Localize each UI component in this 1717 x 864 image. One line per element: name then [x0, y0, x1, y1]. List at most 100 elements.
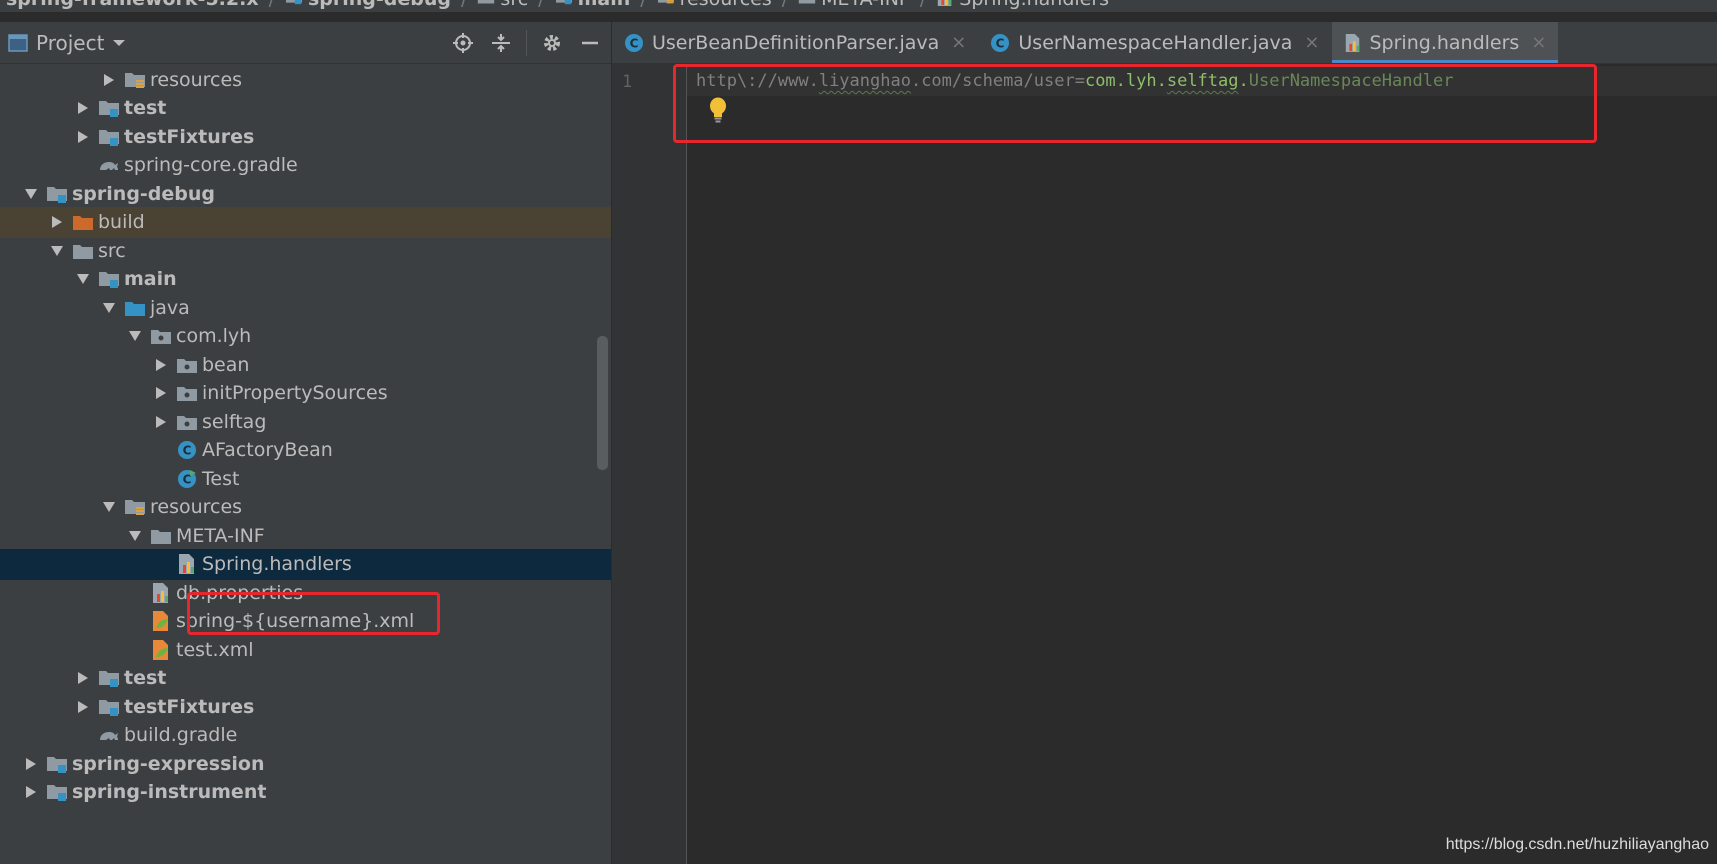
properties-file-icon [936, 0, 954, 12]
close-icon[interactable]: × [1531, 32, 1546, 53]
chevron-right-icon[interactable] [74, 99, 92, 117]
breadcrumb-separator: / [538, 0, 544, 10]
tree-node-label: spring-expression [72, 752, 265, 775]
chevron-right-icon[interactable] [48, 213, 66, 231]
tree-node-label: com.lyh [176, 325, 252, 347]
locate-icon[interactable] [450, 30, 476, 56]
breadcrumb-item[interactable]: spring-debug [285, 0, 451, 10]
breadcrumb-separator: / [920, 0, 926, 10]
chevron-down-icon[interactable] [126, 327, 144, 345]
tree-node[interactable]: resources [0, 492, 611, 523]
tree-node[interactable]: C AFactoryBean [0, 435, 611, 466]
tree-node[interactable]: spring-debug [0, 178, 611, 209]
tree-node[interactable]: java [0, 292, 611, 323]
tree-node[interactable]: test [0, 663, 611, 694]
breadcrumb-item[interactable]: main [555, 0, 630, 10]
close-icon[interactable]: × [951, 32, 966, 53]
tree-node[interactable]: src [0, 235, 611, 266]
chevron-right-icon[interactable] [152, 356, 170, 374]
tree-scrollbar[interactable] [597, 336, 608, 470]
tree-node[interactable]: initPropertySources [0, 378, 611, 409]
breadcrumb-item[interactable]: META-INF [798, 0, 910, 10]
chevron-right-icon[interactable] [74, 669, 92, 687]
project-view-selector[interactable]: Project [8, 31, 126, 55]
editor-tab-label: Spring.handlers [1369, 31, 1520, 54]
tree-node[interactable]: C Test [0, 463, 611, 494]
breadcrumb-separator: / [461, 0, 467, 10]
tree-node[interactable]: spring-instrument [0, 777, 611, 808]
tree-node[interactable]: bean [0, 349, 611, 380]
chevron-down-icon[interactable] [100, 299, 118, 317]
tree-node-label: spring-core.gradle [124, 154, 298, 176]
tree-node[interactable]: test.xml [0, 634, 611, 665]
chevron-down-icon[interactable] [74, 270, 92, 288]
tree-node[interactable]: Spring.handlers [0, 548, 611, 580]
svg-text:C: C [183, 444, 192, 458]
svg-text:C: C [996, 36, 1005, 50]
file-highlight-box [187, 592, 440, 635]
java-class-icon: C [990, 33, 1010, 53]
tree-node[interactable]: META-INF [0, 520, 611, 551]
chevron-down-icon[interactable] [100, 498, 118, 516]
chevron-right-icon[interactable] [74, 698, 92, 716]
module-folder-icon [98, 127, 120, 147]
tree-node-label: spring-instrument [72, 781, 267, 803]
breadcrumb-item[interactable]: spring-framework-5.2.x [6, 0, 259, 10]
breadcrumb-separator: / [269, 0, 275, 10]
editor-tab[interactable]: Spring.handlers × [1331, 22, 1559, 63]
collapse-all-icon[interactable] [488, 30, 514, 56]
tree-node[interactable]: test [0, 93, 611, 124]
tree-node[interactable]: build.gradle [0, 720, 611, 751]
tree-node[interactable]: spring-expression [0, 748, 611, 779]
breadcrumb-label: spring-debug [308, 0, 451, 10]
tree-node-label: test [124, 97, 167, 119]
tree-node-label: test.xml [176, 638, 254, 661]
chevron-right-icon[interactable] [100, 71, 118, 89]
editor-tab-label: UserBeanDefinitionParser.java [652, 31, 940, 54]
chevron-right-icon[interactable] [74, 128, 92, 146]
editor[interactable]: 1 http\://www.liyanghao.com/schema/user=… [612, 64, 1717, 864]
tree-node[interactable]: build [0, 206, 611, 238]
tree-node-label: java [150, 296, 190, 319]
resources-folder-icon [124, 497, 146, 517]
tree-node[interactable]: spring-core.gradle [0, 150, 611, 181]
folder-icon [150, 526, 172, 546]
chevron-down-icon[interactable] [48, 242, 66, 260]
tree-node-label: Test [202, 467, 240, 490]
tree-node-label: spring-debug [72, 182, 216, 205]
chevron-down-icon[interactable] [126, 527, 144, 545]
tree-node[interactable]: testFixtures [0, 691, 611, 722]
breadcrumb-item[interactable]: src [477, 0, 528, 10]
tree-node[interactable]: main [0, 264, 611, 295]
module-folder-icon [98, 98, 120, 118]
module-folder-icon [555, 0, 573, 10]
chevron-right-icon[interactable] [152, 413, 170, 431]
tree-node[interactable]: com.lyh [0, 321, 611, 352]
editor-tab-bar: C UserBeanDefinitionParser.java × C UserName… [612, 22, 1717, 64]
breadcrumb-label: src [500, 0, 528, 10]
editor-gutter: 1 [612, 64, 687, 864]
tree-node[interactable]: selftag [0, 406, 611, 437]
close-icon[interactable]: × [1304, 32, 1319, 53]
gradle-icon [98, 155, 120, 175]
tree-node[interactable]: resources [0, 64, 611, 95]
module-folder-icon [98, 269, 120, 289]
java-class-icon: C [624, 33, 644, 53]
editor-tab[interactable]: C UserNamespaceHandler.java × [978, 22, 1331, 63]
chevron-right-icon[interactable] [22, 755, 40, 773]
tree-node[interactable]: testFixtures [0, 121, 611, 152]
project-panel: Project resources test testFixtures spring-… [0, 22, 612, 864]
chevron-down-icon[interactable] [22, 185, 40, 203]
breadcrumb-item[interactable]: resources [657, 0, 772, 10]
gear-icon[interactable] [539, 30, 565, 56]
chevron-right-icon[interactable] [152, 384, 170, 402]
chevron-right-icon[interactable] [22, 783, 40, 801]
svg-text:C: C [630, 36, 639, 50]
editor-tab[interactable]: C UserBeanDefinitionParser.java × [612, 22, 978, 63]
breadcrumb-item[interactable]: Spring.handlers [936, 0, 1109, 12]
minimize-icon[interactable] [577, 30, 603, 56]
tree-node-label: build.gradle [124, 724, 238, 746]
